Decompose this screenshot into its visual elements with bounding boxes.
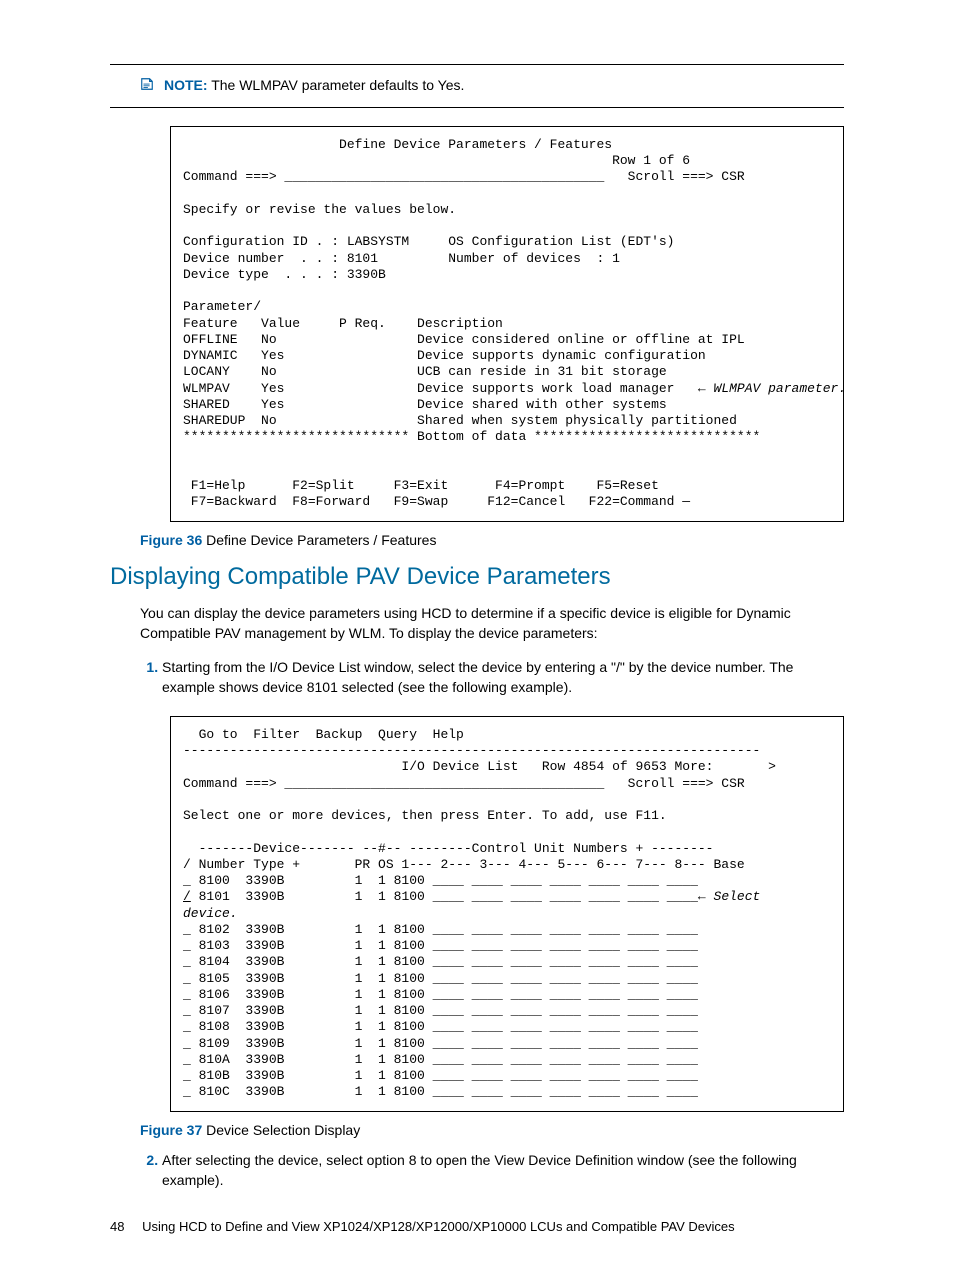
figure-36-caption: Figure 36 Define Device Parameters / Fea…: [140, 530, 844, 550]
section-heading: Displaying Compatible PAV Device Paramet…: [110, 560, 844, 595]
figure-37-caption: Figure 37 Device Selection Display: [140, 1120, 844, 1140]
steps-list-2: After selecting the device, select optio…: [140, 1150, 844, 1191]
top-rule: [110, 64, 844, 65]
steps-list-1: Starting from the I/O Device List window…: [140, 657, 844, 698]
terminal-define-device-params: Define Device Parameters / Features Row …: [170, 126, 844, 522]
figure-37-text: Device Selection Display: [206, 1122, 360, 1138]
terminal-io-device-list: Go to Filter Backup Query Help ---------…: [170, 716, 844, 1112]
step-2: After selecting the device, select optio…: [162, 1150, 844, 1191]
figure-37-label: Figure 37: [140, 1122, 202, 1138]
page-footer: 48 Using HCD to Define and View XP1024/X…: [110, 1218, 844, 1237]
page-number: 48: [110, 1218, 124, 1237]
note-label: NOTE:: [164, 77, 208, 93]
note-bottom-rule: [110, 107, 844, 108]
figure-36-text: Define Device Parameters / Features: [206, 532, 436, 548]
figure-36-label: Figure 36: [140, 532, 202, 548]
note-icon: [140, 76, 154, 98]
intro-paragraph: You can display the device parameters us…: [140, 603, 844, 644]
note-text: The WLMPAV parameter defaults to Yes.: [211, 77, 464, 93]
note-block: NOTE: The WLMPAV parameter defaults to Y…: [140, 75, 844, 97]
step-1: Starting from the I/O Device List window…: [162, 657, 844, 698]
footer-text: Using HCD to Define and View XP1024/XP12…: [142, 1219, 735, 1234]
